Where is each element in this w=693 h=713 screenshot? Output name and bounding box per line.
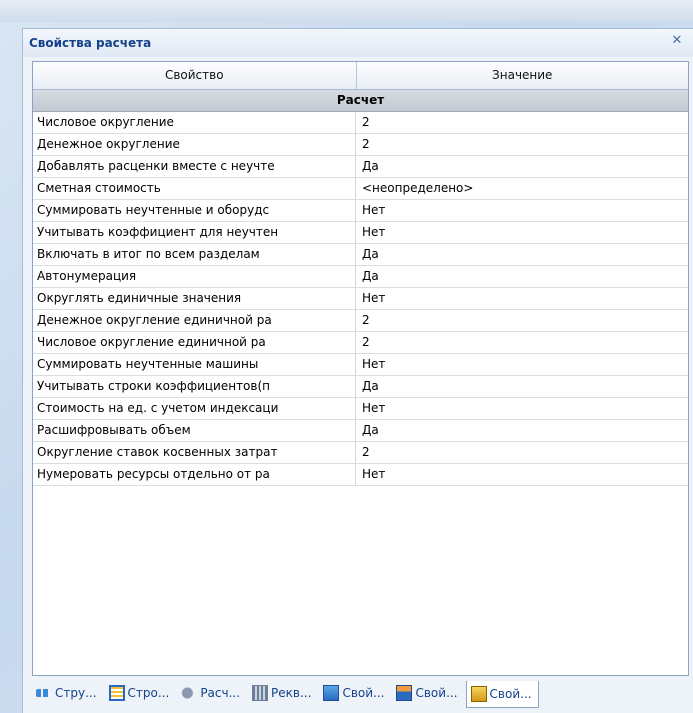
tab-structure[interactable]: Стру... bbox=[32, 681, 103, 705]
property-grid: Свойство Значение Расчет Числовое округл… bbox=[32, 61, 689, 676]
property-row[interactable]: Включать в итог по всем разделам Да bbox=[33, 244, 688, 266]
property-name: Суммировать неучтенные машины bbox=[33, 354, 356, 375]
property-name: Автонумерация bbox=[33, 266, 356, 287]
property-value[interactable]: 2 bbox=[356, 332, 688, 353]
property-name: Учитывать коэффициент для неучтен bbox=[33, 222, 356, 243]
property-value[interactable]: Нет bbox=[356, 222, 688, 243]
tab-label: Расч... bbox=[200, 686, 241, 700]
tab-label: Свой... bbox=[342, 686, 385, 700]
property-row[interactable]: Суммировать неучтенные и оборудс Нет bbox=[33, 200, 688, 222]
property-name: Стоимость на ед. с учетом индексаци bbox=[33, 398, 356, 419]
property-value[interactable]: Да bbox=[356, 420, 688, 441]
tab-requisites[interactable]: Рекв... bbox=[248, 681, 317, 705]
property-name: Округлять единичные значения bbox=[33, 288, 356, 309]
structure-icon bbox=[36, 689, 52, 697]
panel-tab-strip: Стру... Стро... Расч... Рекв... Свой... … bbox=[32, 681, 693, 709]
property-row[interactable]: Учитывать коэффициент для неучтен Нет bbox=[33, 222, 688, 244]
tab-label: Стру... bbox=[55, 686, 97, 700]
column-header-property[interactable]: Свойство bbox=[33, 62, 357, 89]
property-name: Добавлять расценки вместе с неучте bbox=[33, 156, 356, 177]
property-name: Включать в итог по всем разделам bbox=[33, 244, 356, 265]
property-row[interactable]: Нумеровать ресурсы отдельно от ра Нет bbox=[33, 464, 688, 486]
properties-icon bbox=[470, 686, 487, 702]
requisites-icon bbox=[252, 685, 269, 701]
property-value[interactable]: Да bbox=[356, 244, 688, 265]
property-value[interactable]: Нет bbox=[356, 464, 688, 485]
panel-title: Свойства расчета bbox=[29, 36, 152, 50]
property-value[interactable]: Нет bbox=[356, 398, 688, 419]
property-value[interactable]: Нет bbox=[356, 200, 688, 221]
property-name: Суммировать неучтенные и оборудс bbox=[33, 200, 356, 221]
property-row[interactable]: Округлять единичные значения Нет bbox=[33, 288, 688, 310]
property-name: Сметная стоимость bbox=[33, 178, 356, 199]
tab-label: Рекв... bbox=[271, 686, 312, 700]
properties-icon bbox=[396, 685, 413, 701]
tab-label: Свой... bbox=[489, 687, 532, 701]
category-row-calc[interactable]: Расчет bbox=[33, 90, 688, 112]
property-value[interactable]: 2 bbox=[356, 310, 688, 331]
property-row[interactable]: Денежное округление 2 bbox=[33, 134, 688, 156]
tab-label: Стро... bbox=[127, 686, 170, 700]
properties-icon bbox=[323, 685, 340, 701]
property-name: Нумеровать ресурсы отдельно от ра bbox=[33, 464, 356, 485]
grid-header: Свойство Значение bbox=[33, 62, 688, 90]
property-row[interactable]: Суммировать неучтенные машины Нет bbox=[33, 354, 688, 376]
property-value[interactable]: <неопределено> bbox=[356, 178, 688, 199]
property-value[interactable]: Да bbox=[356, 266, 688, 287]
tab-properties-1[interactable]: Свой... bbox=[319, 681, 390, 705]
property-name: Денежное округление bbox=[33, 134, 356, 155]
property-value[interactable]: Да bbox=[356, 376, 688, 397]
property-value[interactable]: 2 bbox=[356, 112, 688, 133]
property-value[interactable]: Да bbox=[356, 156, 688, 177]
property-row[interactable]: Расшифровывать объем Да bbox=[33, 420, 688, 442]
property-row[interactable]: Округление ставок косвенных затрат 2 bbox=[33, 442, 688, 464]
calc-icon bbox=[181, 685, 198, 701]
property-row[interactable]: Добавлять расценки вместе с неучте Да bbox=[33, 156, 688, 178]
calc-properties-panel: Свойства расчета ✕ Свойство Значение Рас… bbox=[22, 28, 693, 713]
property-row[interactable]: Автонумерация Да bbox=[33, 266, 688, 288]
lines-icon bbox=[108, 685, 125, 701]
property-name: Числовое округление единичной ра bbox=[33, 332, 356, 353]
property-row[interactable]: Стоимость на ед. с учетом индексаци Нет bbox=[33, 398, 688, 420]
property-name: Числовое округление bbox=[33, 112, 356, 133]
property-value[interactable]: Нет bbox=[356, 354, 688, 375]
property-row[interactable]: Числовое округление единичной ра 2 bbox=[33, 332, 688, 354]
property-row[interactable]: Числовое округление 2 bbox=[33, 112, 688, 134]
panel-titlebar: Свойства расчета ✕ bbox=[23, 29, 693, 57]
tab-properties-3[interactable]: Свой... bbox=[465, 681, 539, 708]
property-name: Округление ставок косвенных затрат bbox=[33, 442, 356, 463]
property-row[interactable]: Денежное округление единичной ра 2 bbox=[33, 310, 688, 332]
tab-label: Свой... bbox=[415, 686, 458, 700]
background-strip bbox=[0, 0, 693, 22]
property-row[interactable]: Учитывать строки коэффициентов(п Да bbox=[33, 376, 688, 398]
property-name: Учитывать строки коэффициентов(п bbox=[33, 376, 356, 397]
property-name: Расшифровывать объем bbox=[33, 420, 356, 441]
property-name: Денежное округление единичной ра bbox=[33, 310, 356, 331]
property-row[interactable]: Сметная стоимость <неопределено> bbox=[33, 178, 688, 200]
property-value[interactable]: Нет bbox=[356, 288, 688, 309]
property-value[interactable]: 2 bbox=[356, 442, 688, 463]
column-header-value[interactable]: Значение bbox=[357, 62, 689, 89]
tab-properties-2[interactable]: Свой... bbox=[392, 681, 463, 705]
property-value[interactable]: 2 bbox=[356, 134, 688, 155]
close-icon[interactable]: ✕ bbox=[669, 33, 685, 49]
tab-calc[interactable]: Расч... bbox=[177, 681, 246, 705]
tab-lines[interactable]: Стро... bbox=[105, 681, 176, 705]
